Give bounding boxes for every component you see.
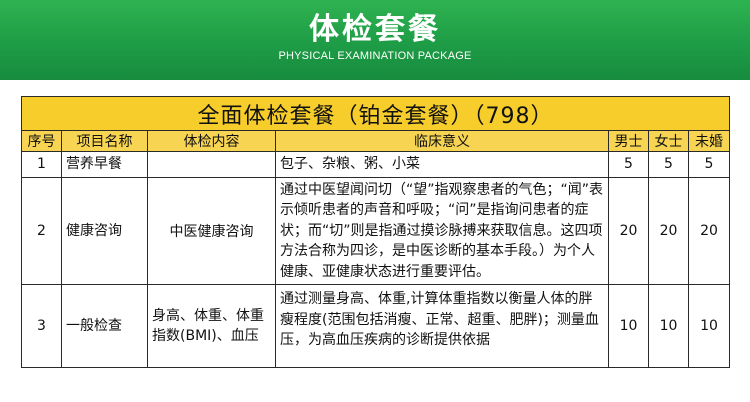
- row-number: 3: [21, 284, 62, 368]
- column-header-row: 序号 项目名称 体检内容 临床意义 男士 女士 未婚: [21, 130, 730, 152]
- column-header-no: 序号: [21, 130, 62, 152]
- column-header-unmarried: 未婚: [688, 130, 730, 152]
- row-price-unmarried: 5: [688, 151, 730, 178]
- table-row: 2 健康咨询 中医健康咨询 通过中医望闻问切（“望”指观察患者的气色；“闻”表示…: [21, 176, 730, 285]
- header-banner: 体检套餐 PHYSICAL EXAMINATION PACKAGE: [0, 0, 750, 80]
- row-content: 身高、体重、体重指数(BMI)、血压: [147, 284, 276, 368]
- row-price-male: 10: [608, 284, 649, 368]
- row-meaning: 通过测量身高、体重,计算体重指数以衡量人体的胖瘦程度(范围包括消瘦、正常、超重、…: [280, 291, 599, 348]
- row-item-name: 一般检查: [61, 284, 148, 368]
- row-number: 1: [21, 151, 62, 178]
- row-price-female: 10: [648, 284, 689, 368]
- row-content: [147, 151, 276, 178]
- row-price-unmarried: 20: [688, 176, 730, 285]
- row-meaning: 包子、杂粮、粥、小菜: [275, 151, 609, 178]
- package-table: 全面体检套餐（铂金套餐）（798） 序号 项目名称 体检内容 临床意义 男士 女…: [21, 96, 730, 368]
- row-number: 2: [21, 176, 62, 285]
- row-price-unmarried: 10: [688, 284, 730, 368]
- row-meaning: 通过中医望闻问切（“望”指观察患者的气色；“闻”表示倾听患者的声音和呼吸；“问”…: [275, 176, 609, 285]
- table-row: 1 营养早餐 包子、杂粮、粥、小菜 5 5 5: [21, 151, 730, 178]
- column-header-content: 体检内容: [147, 130, 276, 152]
- package-table-container: 全面体检套餐（铂金套餐）（798） 序号 项目名称 体检内容 临床意义 男士 女…: [21, 96, 730, 368]
- row-price-male: 20: [608, 176, 649, 285]
- row-item-name: 健康咨询: [61, 176, 148, 285]
- package-title-row: 全面体检套餐（铂金套餐）（798）: [21, 96, 730, 131]
- banner-subtitle: PHYSICAL EXAMINATION PACKAGE: [278, 50, 472, 62]
- row-item-name: 营养早餐: [61, 151, 148, 178]
- row-meaning-cell: 通过测量身高、体重,计算体重指数以衡量人体的胖瘦程度(范围包括消瘦、正常、超重、…: [275, 284, 609, 368]
- row-price-male: 5: [608, 151, 649, 178]
- table-row: 3 一般检查 身高、体重、体重指数(BMI)、血压 通过测量身高、体重,计算体重…: [21, 284, 730, 368]
- column-header-female: 女士: [648, 130, 689, 152]
- column-header-male: 男士: [608, 130, 649, 152]
- row-price-female: 20: [648, 176, 689, 285]
- row-price-female: 5: [648, 151, 689, 178]
- banner-title: 体检套餐: [309, 12, 441, 47]
- row-content: 中医健康咨询: [147, 176, 276, 285]
- column-header-meaning: 临床意义: [275, 130, 609, 152]
- column-header-item: 项目名称: [61, 130, 148, 152]
- package-title: 全面体检套餐（铂金套餐）（798）: [21, 96, 730, 131]
